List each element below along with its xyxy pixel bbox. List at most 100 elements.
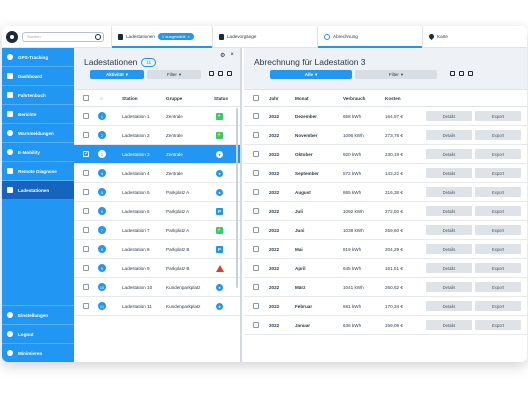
billing-filter-button[interactable]: Filter ▾ [355, 70, 437, 79]
download-icon[interactable] [459, 71, 464, 76]
table-row[interactable]: 7 Ladestation 7 Parkplatz A ⚡ [74, 221, 240, 240]
close-icon[interactable]: × [230, 52, 234, 59]
search-icon[interactable] [95, 33, 101, 40]
details-button[interactable]: Details [426, 282, 472, 292]
table-row[interactable]: 2022 Januar 636 kWh 159,09 € Details Export [244, 316, 527, 335]
row-checkbox[interactable] [253, 189, 259, 195]
export-button[interactable]: Export [475, 168, 521, 178]
selection-badge[interactable]: 1 ausgewählt × [157, 33, 194, 40]
export-button[interactable]: Export [475, 187, 521, 197]
details-button[interactable]: Details [426, 111, 472, 121]
export-button[interactable]: Export [475, 320, 521, 330]
export-button[interactable]: Export [475, 244, 521, 254]
table-row[interactable]: 1 Ladestation 1 Zentrale ⚡ [74, 107, 240, 126]
export-button[interactable]: Export [475, 149, 521, 159]
table-row[interactable]: 2022 Juni 1038 kWh 259,60 € Details Export [244, 221, 527, 240]
export-button[interactable]: Export [475, 263, 521, 273]
refresh-icon[interactable] [209, 71, 214, 76]
row-checkbox[interactable] [253, 265, 259, 271]
download-icon[interactable] [218, 71, 223, 76]
table-row[interactable]: 2022 April 645 kWh 161,51 € Details Export [244, 259, 527, 278]
tab-ladevorgaenge[interactable]: Ladevorgänge [213, 26, 318, 47]
row-checkbox[interactable] [253, 113, 259, 119]
tab-ladestationen[interactable]: Ladestationen 1 ausgewählt × [112, 26, 213, 48]
row-checkbox[interactable] [253, 151, 259, 157]
table-row[interactable]: 10 Ladestation 10 Kundenparkplatz ● [74, 278, 240, 297]
sidebar-item-fahrtenbuch[interactable]: Fahrtenbuch [2, 86, 74, 105]
close-icon[interactable]: × [187, 34, 189, 39]
table-row[interactable]: 2022 August 865 kWh 216,38 € Details Export [244, 183, 527, 202]
column-header-kosten[interactable]: Kosten [385, 96, 401, 101]
tab-abrechnung[interactable]: Abrechnung [318, 26, 423, 48]
details-button[interactable]: Details [426, 225, 472, 235]
row-checkbox[interactable] [253, 284, 259, 290]
details-button[interactable]: Details [426, 149, 472, 159]
export-button[interactable]: Export [475, 282, 521, 292]
table-row[interactable]: 2022 Juli 1092 kWh 272,50 € Details Export [244, 202, 527, 221]
details-button[interactable]: Details [426, 206, 472, 216]
column-header-verbrauch[interactable]: Verbrauch [343, 96, 385, 101]
table-row[interactable]: 2022 März 1041 kWh 260,62 € Details Export [244, 278, 527, 297]
row-checkbox[interactable] [253, 170, 259, 176]
row-checkbox[interactable] [253, 132, 259, 138]
sidebar-item-dashboard[interactable]: Dashboard [2, 67, 74, 86]
table-row[interactable]: 11 Ladestation 11 Kundenparkplatz ● [74, 297, 240, 316]
row-checkbox[interactable] [253, 303, 259, 309]
sidebar-item-logout[interactable]: Logout [2, 324, 74, 343]
row-checkbox[interactable] [253, 208, 259, 214]
column-header-gruppe[interactable]: Gruppe [166, 96, 214, 101]
details-button[interactable]: Details [426, 244, 472, 254]
details-button[interactable]: Details [426, 263, 472, 273]
row-checkbox[interactable] [253, 322, 259, 328]
refresh-icon[interactable] [450, 71, 455, 76]
table-row[interactable]: 2022 Mai 819 kWh 204,29 € Details Export [244, 240, 527, 259]
table-row[interactable]: 4 Ladestation 4 Zentrale ● [74, 164, 240, 183]
sidebar-item-remote-diagnose[interactable]: Remote Diagnose [2, 162, 74, 181]
scrollbar[interactable] [236, 108, 238, 288]
row-checkbox[interactable] [253, 227, 259, 233]
export-button[interactable]: Export [475, 301, 521, 311]
gear-icon[interactable]: ⚙ [220, 52, 225, 59]
export-button[interactable]: Export [475, 130, 521, 140]
details-button[interactable]: Details [426, 320, 472, 330]
export-button[interactable]: Export [475, 111, 521, 121]
details-button[interactable]: Details [426, 130, 472, 140]
table-row[interactable]: 8 Ladestation 8 Parkplatz B P [74, 240, 240, 259]
table-row[interactable]: 6 Ladestation 6 Parkplatz A P [74, 202, 240, 221]
print-icon[interactable] [227, 71, 232, 76]
table-row[interactable]: 2022 November 1096 kWh 273,78 € Details Expor… [244, 126, 527, 145]
table-row[interactable]: 2022 Oktober 920 kWh 230,19 € Details Export [244, 145, 527, 164]
column-header-status[interactable]: Status [214, 96, 228, 101]
export-button[interactable]: Export [475, 225, 521, 235]
print-icon[interactable] [468, 71, 473, 76]
sidebar-item-e-mobility[interactable]: E-Mobility [2, 143, 74, 162]
tab-karte[interactable]: Karte [423, 26, 527, 47]
table-row[interactable]: 3 Ladestation 3 Zentrale ● [74, 145, 240, 164]
table-row[interactable]: 2022 Dezember 658 kWh 164,57 € Details Export [244, 107, 527, 126]
row-checkbox[interactable] [83, 150, 89, 157]
select-all-checkbox[interactable] [253, 95, 259, 101]
column-header-station[interactable]: Station [122, 96, 166, 101]
table-row[interactable]: 2 Ladestation 2 Zentrale ⚡ [74, 126, 240, 145]
sidebar-item-berichte[interactable]: Berichte [2, 105, 74, 124]
sidebar-item-warnmeldungen[interactable]: Warnmeldungen [2, 124, 74, 143]
activity-filter-button[interactable]: Aktivität ▾ [90, 70, 144, 79]
filter-button[interactable]: Filter ▾ [147, 70, 201, 79]
table-row[interactable]: 5 Ladestation 5 Parkplatz A ● [74, 183, 240, 202]
column-header-jahr[interactable]: Jahr [269, 96, 295, 101]
table-row[interactable]: 2022 Februar 681 kWh 170,34 € Details Export [244, 297, 527, 316]
details-button[interactable]: Details [426, 168, 472, 178]
details-button[interactable]: Details [426, 187, 472, 197]
column-header-monat[interactable]: Monat [295, 96, 343, 101]
export-button[interactable]: Export [475, 206, 521, 216]
details-button[interactable]: Details [426, 301, 472, 311]
table-row[interactable]: 2022 September 572 kWh 143,22 € Details Expor… [244, 164, 527, 183]
sidebar-item-einstellungen[interactable]: Einstellungen [2, 305, 74, 324]
table-row[interactable]: 9 Ladestation 9 Parkplatz B [74, 259, 240, 278]
all-filter-button[interactable]: Alle ▾ [270, 70, 352, 79]
search-input[interactable]: Suchen [22, 31, 104, 42]
sidebar-item-minimieren[interactable]: Minimieren [2, 343, 74, 362]
row-checkbox[interactable] [253, 246, 259, 252]
sidebar-item-ladestationen[interactable]: Ladestationen [2, 181, 74, 200]
sidebar-item-gps-tracking[interactable]: GPS-Tracking [2, 48, 74, 67]
